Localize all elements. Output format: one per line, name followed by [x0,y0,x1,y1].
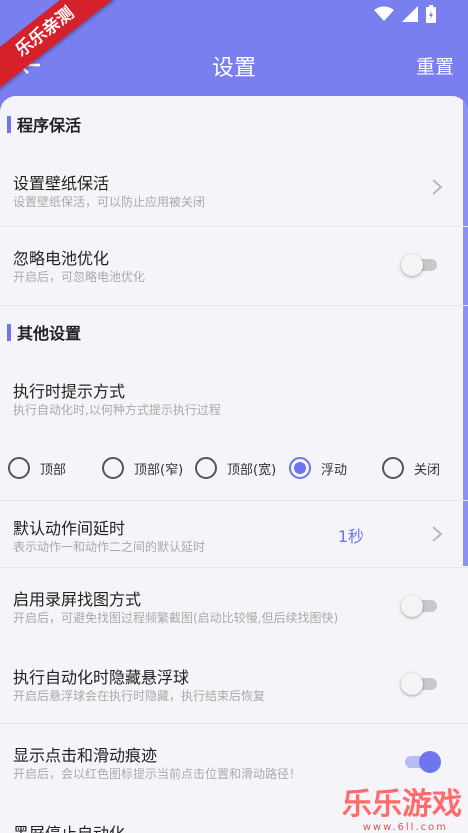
row-subtitle: 开启后，可忽略电池优化 [13,270,146,284]
row-title: 忽略电池优化 [13,249,110,268]
divider [0,305,468,306]
app-header: 设置 重置 [0,30,468,96]
section-marker [7,116,11,133]
row-title: 显示点击和滑动痕迹 [13,746,158,765]
toggle-knob [401,595,423,617]
row-subtitle: 设置壁纸保活，可以防止应用被关闭 [13,195,206,209]
screen-record-toggle[interactable] [401,595,441,617]
section-label: 其他设置 [17,324,82,343]
radio-circle [289,457,311,479]
prompt-mode-radio-group: 顶部 顶部(窄) 顶部(宽) 浮动 关闭 [0,455,468,481]
radio-top-wide[interactable]: 顶部(宽) [195,455,276,481]
battery-optimization-toggle[interactable] [401,254,441,276]
radio-label: 顶部(窄) [134,462,184,478]
row-title: 启用录屏找图方式 [13,590,142,609]
radio-circle [8,457,30,479]
section-label: 程序保活 [17,116,82,135]
radio-top[interactable]: 顶部 [8,455,66,481]
row-subtitle: 表示动作一和动作二之间的默认延时 [13,540,206,554]
signal-icon [402,6,418,22]
row-title: 黑屏停止自动化 [13,820,125,833]
settings-panel[interactable]: 程序保活 设置壁纸保活 设置壁纸保活，可以防止应用被关闭 忽略电池优化 开启后，… [0,96,468,833]
radio-circle [382,457,404,479]
execution-prompt-row: 执行时提示方式 执行自动化时,以何种方式提示执行过程 [0,364,468,424]
radio-label: 顶部 [40,462,67,478]
hide-float-ball-toggle[interactable] [401,673,441,695]
chevron-right-icon [432,526,443,542]
radio-label: 浮动 [321,462,348,478]
section-keepalive: 程序保活 [0,110,468,140]
toggle-knob [401,254,423,276]
section-other-settings: 其他设置 [0,318,468,348]
chevron-right-icon [432,179,443,195]
page-title: 设置 [211,56,256,81]
radio-circle [195,457,217,479]
battery-optimization-row[interactable]: 忽略电池优化 开启后，可忽略电池优化 [0,227,468,305]
delay-value: 1秒 [337,527,364,546]
row-title: 设置壁纸保活 [13,174,110,193]
row-title: 默认动作间延时 [13,519,126,538]
section-marker [7,324,11,341]
watermark-url: www.6ll.com [362,822,448,833]
radio-label: 关闭 [414,462,441,478]
wallpaper-keepalive-row[interactable]: 设置壁纸保活 设置壁纸保活，可以防止应用被关闭 [0,156,468,226]
row-subtitle: 执行自动化时,以何种方式提示执行过程 [13,403,221,417]
default-delay-row[interactable]: 默认动作间延时 表示动作一和动作二之间的默认延时 1秒 [0,501,468,567]
radio-floating[interactable]: 浮动 [289,455,347,481]
hide-float-ball-row[interactable]: 执行自动化时隐藏悬浮球 开启后悬浮球会在执行时隐藏，执行结束后恢复 [0,646,468,724]
watermark-text: 乐乐游戏 [342,787,462,822]
row-subtitle: 开启后悬浮球会在执行时隐藏，执行结束后恢复 [13,689,266,703]
row-subtitle: 开启后，会以红色图标提示当前点击位置和滑动路径！ [13,767,302,781]
show-trace-toggle[interactable] [401,751,441,773]
battery-icon [426,5,436,23]
watermark-logo: 乐乐游戏 www.6ll.com [322,783,462,833]
row-title: 执行时提示方式 [13,382,126,401]
radio-off[interactable]: 关闭 [382,455,440,481]
toggle-knob [419,751,441,773]
radio-top-narrow[interactable]: 顶部(窄) [102,455,183,481]
row-subtitle: 开启后，可避免找图过程频繁截图(启动比较慢,但后续找图快) [13,611,339,625]
reset-button[interactable]: 重置 [416,52,454,79]
screen-record-row[interactable]: 启用录屏找图方式 开启后，可避免找图过程频繁截图(启动比较慢,但后续找图快) [0,568,468,646]
radio-circle [102,457,124,479]
radio-label: 顶部(宽) [227,462,277,478]
row-title: 执行自动化时隐藏悬浮球 [13,668,190,687]
toggle-knob [401,673,423,695]
status-icons [374,5,436,23]
wifi-icon [374,6,394,21]
